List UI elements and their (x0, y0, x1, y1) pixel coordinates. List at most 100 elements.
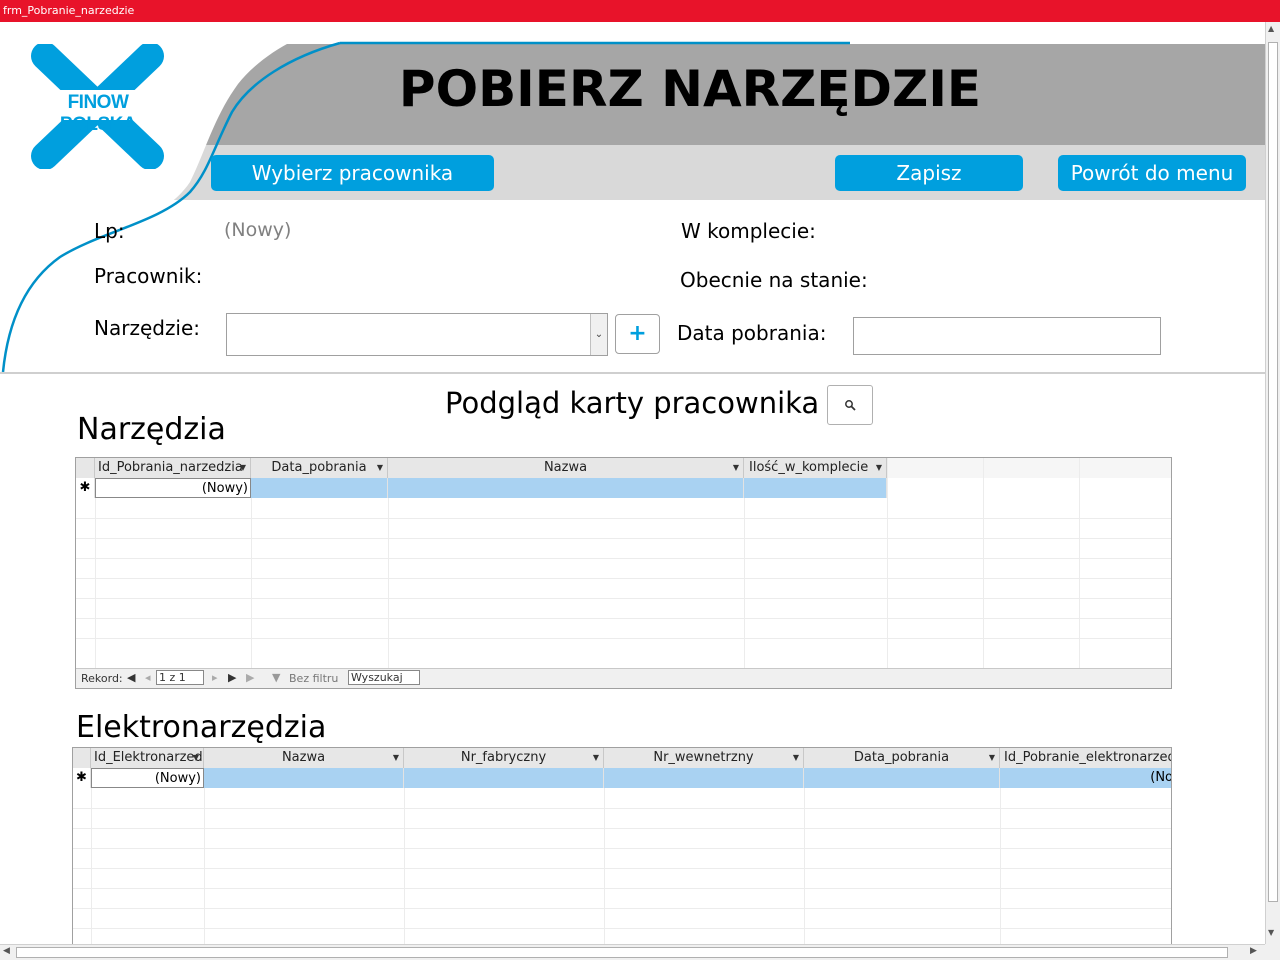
section-divider (0, 372, 1265, 374)
logo-text: FINOW POLSKA (59, 92, 137, 135)
horizontal-scrollbar[interactable]: ◀ ▶ (0, 944, 1265, 960)
table-cell[interactable] (404, 768, 604, 788)
new-record-icon: ✱ (73, 768, 91, 788)
grid-line (76, 578, 1171, 579)
window-title: frm_Pobranie_narzedzie (0, 0, 1280, 22)
grid-line (73, 888, 1171, 889)
table-cell[interactable]: (No (1000, 768, 1171, 788)
sort-arrow-icon[interactable]: ▼ (240, 458, 246, 478)
grid-line (73, 808, 1171, 809)
sort-arrow-icon[interactable]: ▼ (733, 458, 739, 478)
new-row-id-cell[interactable]: (Nowy) (95, 478, 251, 498)
grid-line (983, 458, 984, 668)
tools-datasheet[interactable]: Id_Pobrania_narzedzia ▼ Data_pobrania ▼ Na… (75, 457, 1172, 689)
grid-line (388, 498, 389, 668)
preview-card-label: Podgląd karty pracownika (445, 386, 820, 420)
column-header[interactable]: Ilość_w_komplecie ▼ (744, 458, 887, 478)
grid-line (76, 598, 1171, 599)
sort-arrow-icon[interactable]: ▼ (393, 748, 399, 768)
row-selector-header (73, 748, 91, 768)
vertical-scrollbar[interactable]: ▲ ▼ (1265, 22, 1280, 944)
date-label: Data pobrania: (677, 321, 827, 345)
record-position-input[interactable]: 1 z 1 (156, 670, 204, 685)
column-header[interactable]: Data_pobrania ▼ (251, 458, 388, 478)
column-header[interactable]: Nazwa ▼ (204, 748, 404, 768)
scrollbar-thumb[interactable] (16, 947, 1228, 958)
scroll-down-icon[interactable]: ▼ (1268, 928, 1274, 937)
column-label: Data_pobrania (271, 460, 367, 475)
column-header[interactable]: Data_pobrania ▼ (804, 748, 1000, 768)
table-cell[interactable] (204, 768, 404, 788)
column-label: Nr_fabryczny (460, 750, 547, 765)
first-record-icon[interactable]: ◀ (127, 669, 135, 687)
grid-line (73, 828, 1171, 829)
tool-combobox[interactable]: ⌄ (226, 313, 608, 356)
sort-arrow-icon[interactable]: ▼ (193, 748, 199, 768)
column-header[interactable]: Nr_fabryczny ▼ (404, 748, 604, 768)
page-title: POBIERZ NARZĘDZIE (398, 60, 982, 118)
tool-label: Narzędzie: (94, 316, 201, 340)
record-navigation-bar: Rekord: ◀ ◂ 1 z 1 ▸ ▶ ▶ ▼ Bez filtru Wys… (76, 668, 1171, 688)
new-row-id-cell[interactable]: (Nowy) (91, 768, 204, 788)
scroll-up-icon[interactable]: ▲ (1268, 24, 1274, 33)
column-label: Nr_wewnetrzny (653, 750, 754, 765)
grid-line (1079, 458, 1080, 668)
select-employee-button[interactable]: Wybierz pracownika (211, 155, 494, 191)
grid-line (76, 518, 1171, 519)
scroll-left-icon[interactable]: ◀ (3, 946, 10, 956)
column-label: Data_pobrania (853, 750, 950, 765)
sort-arrow-icon[interactable]: ▼ (793, 748, 799, 768)
filter-status[interactable]: Bez filtru (289, 670, 338, 688)
record-label: Rekord: (81, 672, 123, 685)
column-header[interactable]: Nr_wewnetrzny ▼ (604, 748, 804, 768)
table-cell[interactable] (744, 478, 887, 498)
chevron-down-icon[interactable]: ⌄ (590, 314, 607, 355)
header-filler (887, 458, 1171, 478)
next-record-icon[interactable]: ▸ (212, 669, 218, 687)
in-stock-label: Obecnie na stanie: (680, 268, 868, 292)
table-cell[interactable] (388, 478, 744, 498)
add-tool-button[interactable]: + (615, 314, 660, 354)
new-record-icon: ✱ (76, 478, 95, 498)
column-label: Id_Pobrania_narzedzia (98, 460, 243, 475)
preview-card-button[interactable] (827, 385, 873, 425)
column-header[interactable]: Id_Elektronarzedzia▼ (91, 748, 204, 768)
grid-line (204, 788, 205, 960)
grid-line (76, 618, 1171, 619)
search-input[interactable]: Wyszukaj (348, 670, 420, 685)
table-cell[interactable] (604, 768, 804, 788)
sort-arrow-icon[interactable]: ▼ (593, 748, 599, 768)
electro-datasheet[interactable]: Id_Elektronarzedzia▼ Nazwa▼ Nr_fabryczny… (72, 747, 1172, 960)
sort-arrow-icon[interactable]: ▼ (989, 748, 995, 768)
back-to-menu-button[interactable]: Powrót do menu (1058, 155, 1246, 191)
electro-section-title: Elektronarzędzia (76, 710, 327, 745)
grid-line (95, 498, 96, 668)
lp-value[interactable]: (Nowy) (224, 219, 291, 241)
grid-line (251, 498, 252, 668)
table-cell[interactable] (251, 478, 388, 498)
grid-line (73, 928, 1171, 929)
new-record-nav-icon[interactable]: ▶ (246, 669, 254, 687)
column-header[interactable]: Id_Pobranie_elektronarzedzia (1000, 748, 1171, 768)
table-cell[interactable] (804, 768, 1000, 788)
row-selector-header (76, 458, 95, 478)
save-button[interactable]: Zapisz (835, 155, 1023, 191)
grid-line (887, 458, 888, 668)
scrollbar-corner (1265, 944, 1280, 960)
column-header[interactable]: Nazwa ▼ (388, 458, 744, 478)
sort-arrow-icon[interactable]: ▼ (876, 458, 882, 478)
date-input[interactable] (853, 317, 1161, 355)
column-label: Id_Elektronarzedzia (94, 750, 203, 765)
scrollbar-thumb[interactable] (1268, 42, 1278, 902)
column-label: Nazwa (543, 460, 588, 475)
lp-label: Lp: (94, 219, 125, 243)
company-logo: FINOW POLSKA (30, 42, 165, 170)
column-header[interactable]: Id_Pobrania_narzedzia ▼ (95, 458, 251, 478)
prev-record-icon[interactable]: ◂ (145, 669, 151, 687)
grid-line (76, 638, 1171, 639)
sort-arrow-icon[interactable]: ▼ (377, 458, 383, 478)
grid-line (604, 788, 605, 960)
scroll-right-icon[interactable]: ▶ (1250, 946, 1257, 956)
grid-line (73, 848, 1171, 849)
last-record-icon[interactable]: ▶ (228, 669, 236, 687)
